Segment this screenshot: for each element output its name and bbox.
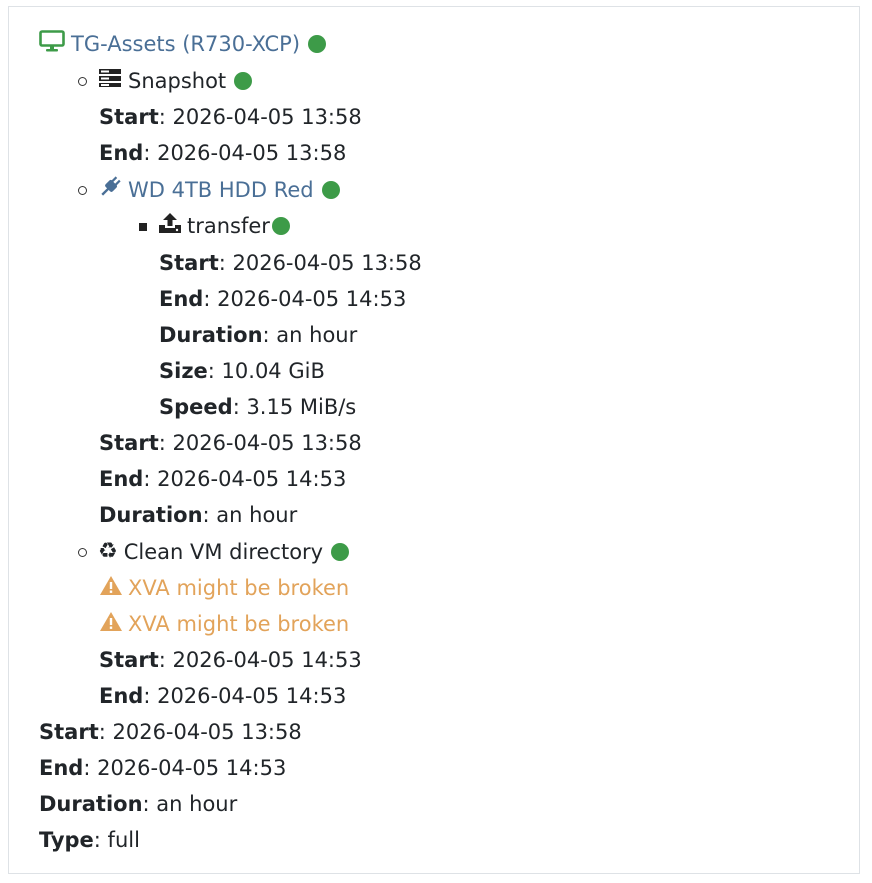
transfer-status-dot [271,217,290,235]
field-value: : an hour [202,503,298,527]
field-label: Duration [99,503,203,527]
field-label: Size [159,359,208,383]
snapshot-end: End: 2026-04-05 13:58 [99,140,346,166]
upload-icon [158,212,182,240]
snapshot-label: Snapshot [128,69,227,93]
clean-status-dot [331,543,350,561]
field-label: End [99,467,144,491]
clean-label: Clean VM directory [123,540,324,564]
transfer-end: End: 2026-04-05 14:53 [159,286,406,312]
snapshot-status-dot [234,72,253,90]
field-label: Start [99,431,159,455]
field-value: : 2026-04-05 14:53 [83,756,287,780]
snapshot-task: Snapshot [98,68,253,94]
bullet-circle [78,77,87,86]
transfer-size: Size: 10.04 GiB [159,358,325,384]
warning-text: XVA might be broken [128,612,350,636]
warning-icon [99,611,123,638]
field-value: : 2026-04-05 14:53 [203,287,407,311]
field-value: : 2026-04-05 14:53 [143,467,347,491]
remote-duration: Duration: an hour [99,502,297,528]
field-label: End [99,684,144,708]
field-value: : 2026-04-05 14:53 [143,684,347,708]
field-label: Speed [159,395,233,419]
clean-task: ♻ Clean VM directory [98,539,350,565]
warning-message: XVA might be broken [99,575,349,601]
field-label: Start [159,251,219,275]
field-value: : 2026-04-05 13:58 [98,720,302,744]
bullet-circle [78,548,87,557]
field-value: : 2026-04-05 13:58 [158,105,362,129]
field-label: End [39,756,84,780]
transfer-label: transfer [187,214,270,238]
clean-start: Start: 2026-04-05 14:53 [99,647,362,673]
transfer-task: transfer [158,213,290,239]
remote-task: WD 4TB HDD Red [98,175,340,205]
remote-start: Start: 2026-04-05 13:58 [99,430,362,456]
field-value: : 2026-04-05 13:58 [143,141,347,165]
server-icon [98,68,122,94]
field-label: Start [99,105,159,129]
field-label: Duration [159,323,263,347]
clean-end: End: 2026-04-05 14:53 [99,683,346,709]
warning-icon [99,575,123,602]
panel-divider [8,873,860,874]
field-label: End [159,287,204,311]
field-label: Start [99,648,159,672]
field-value: : 3.15 MiB/s [232,395,357,419]
summary-duration: Duration: an hour [39,791,237,817]
vm-name-link[interactable]: TG-Assets (R730-XCP) [71,31,300,57]
bullet-circle [78,186,87,195]
transfer-speed: Speed: 3.15 MiB/s [159,394,356,420]
transfer-duration: Duration: an hour [159,322,357,348]
field-value: : full [93,828,140,852]
remote-status-dot [321,181,340,199]
bullet-square [139,223,147,231]
field-label: Duration [39,792,143,816]
summary-end: End: 2026-04-05 14:53 [39,755,286,781]
warning-message: XVA might be broken [99,611,349,637]
field-label: Start [39,720,99,744]
warning-text: XVA might be broken [128,576,350,600]
remote-end: End: 2026-04-05 14:53 [99,466,346,492]
summary-type: Type: full [39,827,140,853]
vm-row: TG-Assets (R730-XCP) [39,30,327,58]
field-value: : an hour [262,323,358,347]
summary-start: Start: 2026-04-05 13:58 [39,719,302,745]
remote-name-link[interactable]: WD 4TB HDD Red [128,177,314,203]
field-label: End [99,141,144,165]
field-value: : 10.04 GiB [207,359,325,383]
field-value: : 2026-04-05 13:58 [158,431,362,455]
field-label: Type [39,828,94,852]
plug-icon [98,175,122,205]
transfer-start: Start: 2026-04-05 13:58 [159,250,422,276]
field-value: : 2026-04-05 14:53 [158,648,362,672]
desktop-icon [39,30,65,58]
field-value: : 2026-04-05 13:58 [218,251,422,275]
recycle-icon: ♻ [98,539,118,564]
field-value: : an hour [142,792,238,816]
snapshot-start: Start: 2026-04-05 13:58 [99,104,362,130]
vm-status-dot [308,35,327,53]
